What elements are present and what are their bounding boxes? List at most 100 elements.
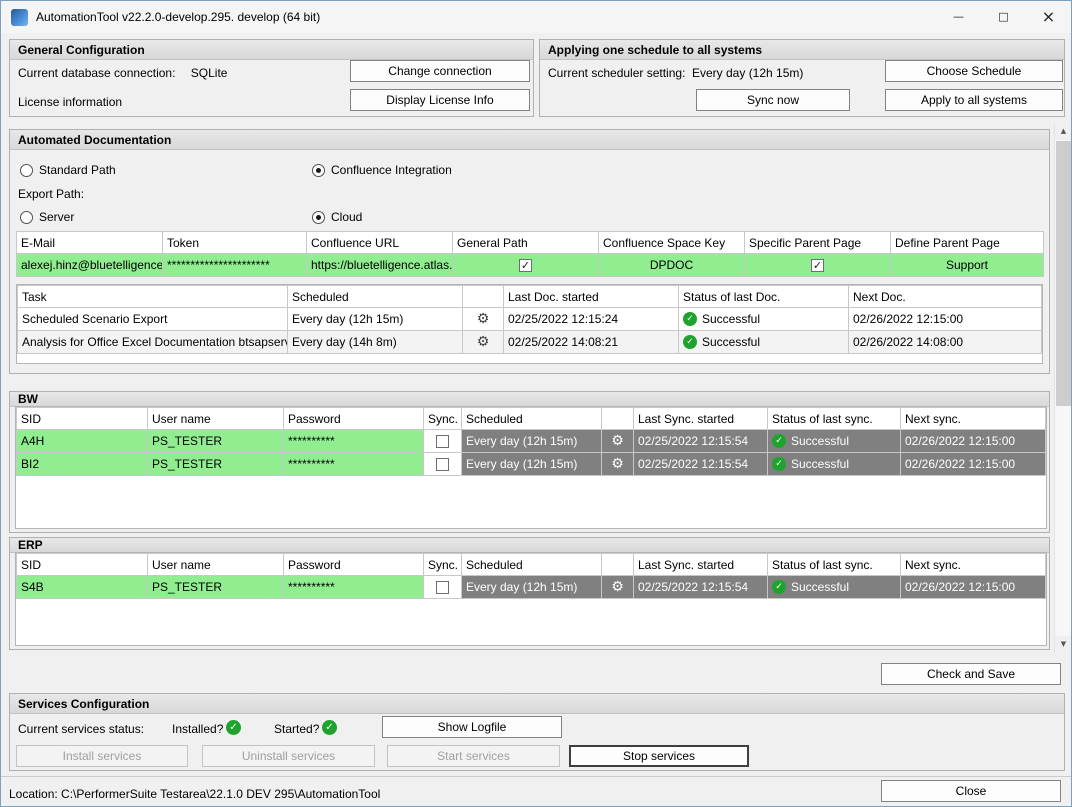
- bw-title: BW: [10, 392, 1049, 407]
- radio-standard-path[interactable]: Standard Path: [20, 163, 116, 177]
- column-header: Scheduled: [462, 554, 602, 576]
- started-success-icon: ✓: [322, 720, 337, 735]
- scheduled-cell: Every day (12h 15m): [462, 453, 602, 476]
- radio-cloud[interactable]: Cloud: [312, 210, 362, 224]
- column-header: Status of last sync.: [768, 554, 901, 576]
- automated-documentation-group: Automated Documentation Standard Path Co…: [9, 129, 1050, 374]
- maximize-icon[interactable]: □: [981, 1, 1026, 32]
- sync-checkbox[interactable]: [436, 581, 449, 594]
- export-path-label: Export Path:: [18, 187, 84, 201]
- status-text: Successful: [702, 335, 760, 349]
- radio-server[interactable]: Server: [20, 210, 74, 224]
- table-row: Scheduled Scenario Export Every day (12h…: [18, 308, 1042, 331]
- gear-icon[interactable]: ⚙: [611, 579, 624, 595]
- table-row: S4B PS_TESTER ********** Every day (12h …: [17, 576, 1046, 599]
- sid-cell: A4H: [17, 430, 148, 453]
- header-row: SID User name Password Sync. Scheduled L…: [17, 554, 1046, 576]
- column-header: Confluence Space Key: [599, 232, 745, 254]
- tasks-table: Task Scheduled Last Doc. started Status …: [17, 285, 1042, 354]
- column-header: Scheduled: [462, 408, 602, 430]
- sync-checkbox[interactable]: [436, 435, 449, 448]
- change-connection-button[interactable]: Change connection: [350, 60, 530, 82]
- bw-group: BW SID User name Password Sync. Schedule…: [9, 391, 1050, 533]
- gear-icon[interactable]: ⚙: [611, 456, 624, 472]
- gear-icon[interactable]: ⚙: [611, 433, 624, 449]
- scrollbar-thumb[interactable]: [1056, 141, 1071, 406]
- services-configuration-title: Services Configuration: [10, 694, 1064, 714]
- column-header: Password: [284, 554, 424, 576]
- license-info-label: License information: [18, 95, 122, 109]
- password-cell: **********: [284, 430, 424, 453]
- column-header: SID: [17, 554, 148, 576]
- confluence-url-cell: https://bluetelligence.atlas...: [307, 254, 453, 277]
- services-configuration-group: Services Configuration Current services …: [9, 693, 1065, 771]
- success-icon: ✓: [683, 312, 697, 326]
- erp-table: SID User name Password Sync. Scheduled L…: [16, 553, 1046, 599]
- user-cell: PS_TESTER: [148, 430, 284, 453]
- last-sync-cell: 02/25/2022 12:15:54: [634, 453, 768, 476]
- column-header: Task: [18, 286, 288, 308]
- next-sync-cell: 02/26/2022 12:15:00: [901, 430, 1046, 453]
- scroll-down-icon[interactable]: ▼: [1055, 636, 1072, 653]
- scheduled-cell: Every day (12h 15m): [288, 308, 463, 331]
- column-header: User name: [148, 408, 284, 430]
- column-header: Sync.: [424, 554, 462, 576]
- erp-group: ERP SID User name Password Sync. Schedul…: [9, 537, 1050, 650]
- sync-now-button[interactable]: Sync now: [696, 89, 850, 111]
- table-row: Analysis for Office Excel Documentation …: [18, 331, 1042, 354]
- header-row: Task Scheduled Last Doc. started Status …: [18, 286, 1042, 308]
- tasks-table-wrap: Task Scheduled Last Doc. started Status …: [16, 284, 1043, 364]
- status-cell: ✓Successful: [768, 576, 901, 599]
- last-doc-cell: 02/25/2022 12:15:24: [504, 308, 679, 331]
- gear-icon[interactable]: ⚙: [477, 311, 490, 327]
- close-icon[interactable]: ×: [1026, 1, 1071, 32]
- next-doc-cell: 02/26/2022 12:15:00: [849, 308, 1042, 331]
- column-header: User name: [148, 554, 284, 576]
- show-logfile-button[interactable]: Show Logfile: [382, 716, 562, 738]
- scroll-up-icon[interactable]: ▲: [1055, 123, 1072, 140]
- general-path-checkbox[interactable]: ✓: [519, 259, 532, 272]
- display-license-button[interactable]: Display License Info: [350, 89, 530, 111]
- next-sync-cell: 02/26/2022 12:15:00: [901, 576, 1046, 599]
- column-header: Next sync.: [901, 554, 1046, 576]
- app-window: AutomationTool v22.2.0-develop.295. deve…: [0, 0, 1072, 807]
- column-header: [602, 554, 634, 576]
- radio-label: Standard Path: [39, 163, 116, 177]
- radio-confluence-integration[interactable]: Confluence Integration: [312, 163, 452, 177]
- minimize-icon[interactable]: —: [936, 1, 981, 32]
- uninstall-services-button[interactable]: Uninstall services: [202, 745, 375, 767]
- stop-services-button[interactable]: Stop services: [569, 745, 749, 767]
- column-header: Password: [284, 408, 424, 430]
- status-cell: ✓Successful: [768, 430, 901, 453]
- password-cell: **********: [284, 576, 424, 599]
- window-controls: — □ ×: [936, 1, 1071, 32]
- last-sync-cell: 02/25/2022 12:15:54: [634, 430, 768, 453]
- sync-checkbox[interactable]: [436, 458, 449, 471]
- scheduled-cell: Every day (14h 8m): [288, 331, 463, 354]
- column-header: [463, 286, 504, 308]
- location-text: Location: C:\PerformerSuite Testarea\22.…: [9, 787, 380, 801]
- sid-cell: S4B: [17, 576, 148, 599]
- column-header: Next sync.: [901, 408, 1046, 430]
- apply-all-systems-button[interactable]: Apply to all systems: [885, 89, 1063, 111]
- status-text: Successful: [791, 457, 849, 471]
- success-icon: ✓: [683, 335, 697, 349]
- task-cell: Scheduled Scenario Export: [18, 308, 288, 331]
- status-cell: ✓ Successful: [679, 331, 849, 354]
- column-header: General Path: [453, 232, 599, 254]
- scrollbar[interactable]: ▲ ▼: [1054, 123, 1071, 653]
- install-services-button[interactable]: Install services: [16, 745, 188, 767]
- close-dialog-button[interactable]: Close: [881, 780, 1061, 802]
- parent-page-cell: Support: [891, 254, 1044, 277]
- column-header: [602, 408, 634, 430]
- check-and-save-button[interactable]: Check and Save: [881, 663, 1061, 685]
- specific-parent-checkbox[interactable]: ✓: [811, 259, 824, 272]
- db-connection-label: Current database connection:: [18, 66, 175, 80]
- choose-schedule-button[interactable]: Choose Schedule: [885, 60, 1063, 82]
- installed-success-icon: ✓: [226, 720, 241, 735]
- gear-icon[interactable]: ⚙: [477, 334, 490, 350]
- status-text: Successful: [702, 312, 760, 326]
- column-header: Status of last sync.: [768, 408, 901, 430]
- start-services-button[interactable]: Start services: [387, 745, 560, 767]
- bw-table: SID User name Password Sync. Scheduled L…: [16, 407, 1046, 476]
